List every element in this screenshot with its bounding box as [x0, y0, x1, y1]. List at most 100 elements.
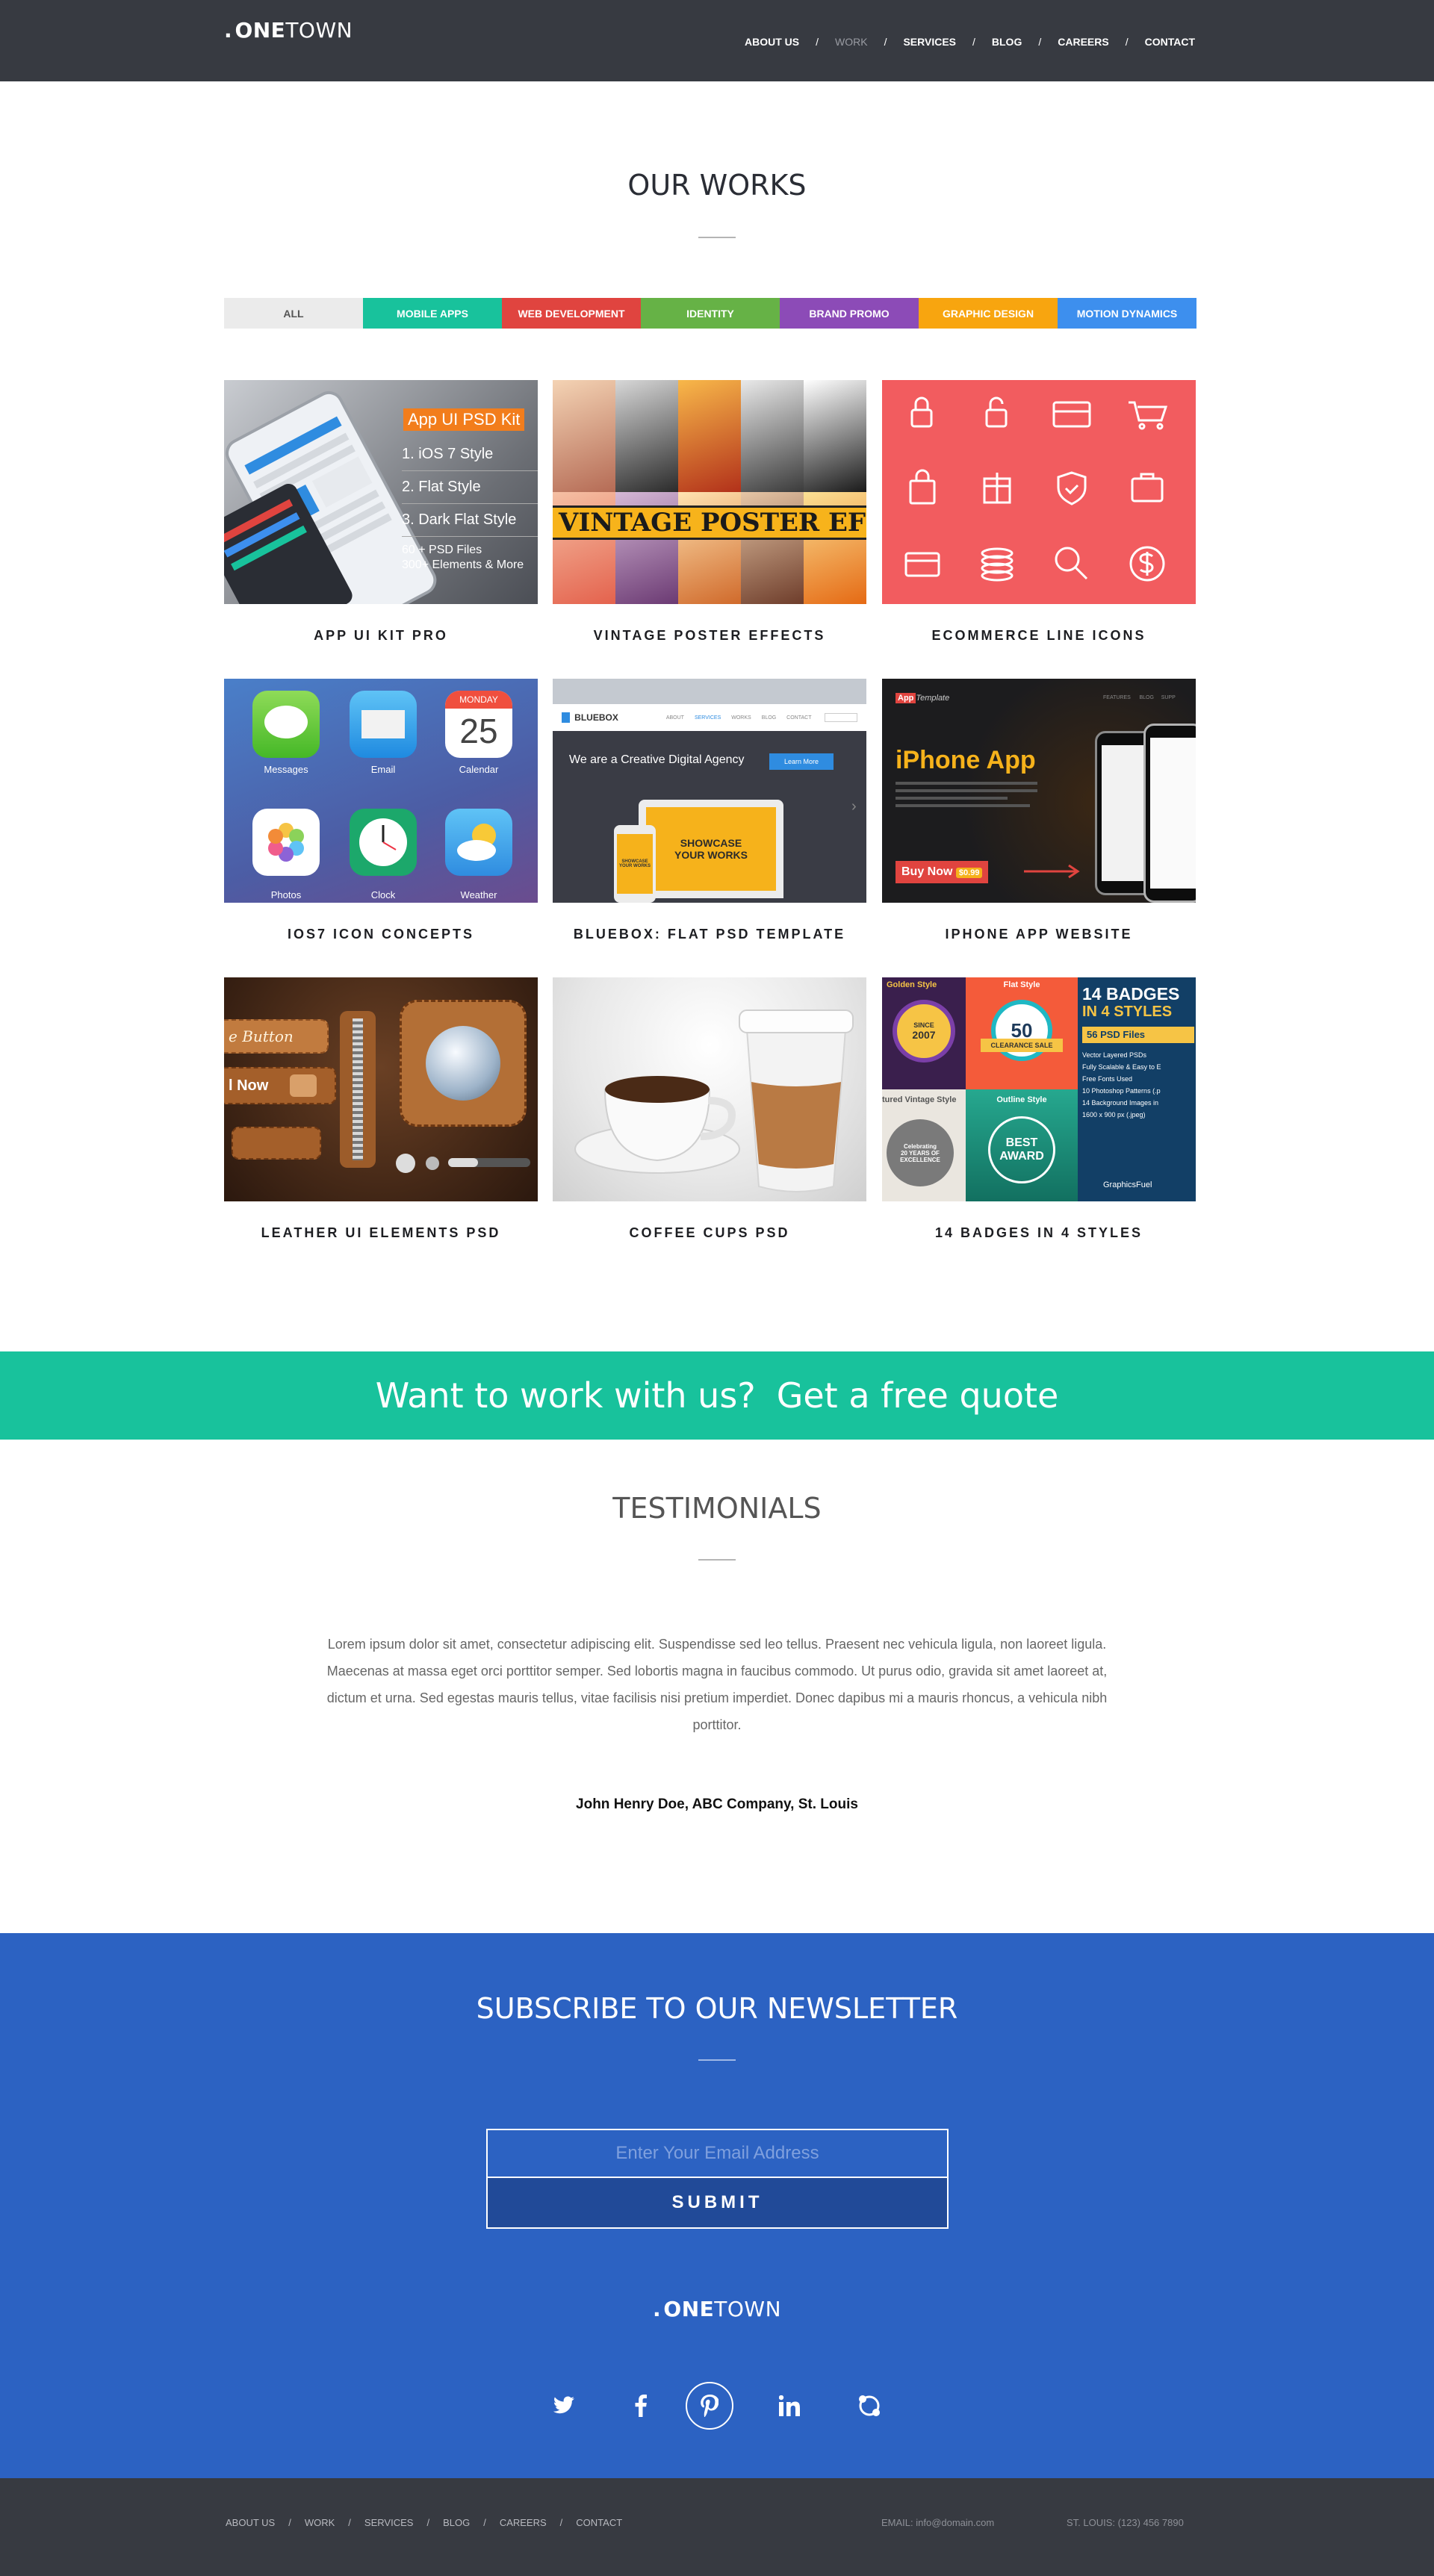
padlock-open-icon — [985, 396, 1008, 428]
bluebox-navbar: BLUEBOX ABOUT SERVICES WORKS BLOG CONTAC… — [553, 704, 866, 731]
bluebox-headline: We are a Creative Digital Agency — [569, 753, 745, 766]
nav-work[interactable]: WORK — [835, 36, 868, 48]
portfolio-item-title[interactable]: IPHONE APP WEBSITE — [882, 927, 1196, 942]
submit-button[interactable]: SUBMIT — [486, 2178, 949, 2229]
newsletter-title: SUBSCRIBE TO OUR NEWSLETTER — [476, 1992, 958, 2025]
portfolio-item-title[interactable]: ECOMMERCE LINE ICONS — [882, 628, 1196, 644]
portfolio-item-title[interactable]: VINTAGE POSTER EFFECTS — [553, 628, 866, 644]
portfolio-item[interactable]: COFFEE CUPS PSD — [553, 977, 866, 1241]
vintage-poster-thumbnail[interactable]: VINTAGE POSTER EFF — [553, 380, 866, 604]
vintage-banner: VINTAGE POSTER EFF — [553, 505, 866, 540]
briefcase-icon — [1131, 473, 1164, 503]
gift-icon — [983, 473, 1011, 504]
nav-services[interactable]: SERVICES — [903, 36, 956, 48]
shopping-bag-icon — [909, 469, 936, 505]
coffee-cups-thumbnail[interactable] — [553, 977, 866, 1201]
footer-link-careers[interactable]: CAREERS — [500, 2517, 547, 2528]
download-icon — [290, 1074, 317, 1097]
filter-graphic-design[interactable]: GRAPHIC DESIGN — [919, 298, 1058, 329]
email-field-wrapper[interactable] — [486, 2129, 949, 2178]
bluebox-thumbnail[interactable]: BLUEBOX ABOUT SERVICES WORKS BLOG CONTAC… — [553, 679, 866, 903]
footer-phone: ST. LOUIS: (123) 456 7890 — [1067, 2517, 1184, 2528]
email-field[interactable] — [488, 2130, 947, 2177]
portfolio-item[interactable]: ECOMMERCE LINE ICONS — [882, 380, 1196, 644]
bluebox-phone: SHOWCASE YOUR WORKS — [614, 825, 656, 903]
leather-icon-strip — [232, 1127, 321, 1160]
portfolio-item-title[interactable]: COFFEE CUPS PSD — [553, 1225, 866, 1241]
twitter-icon[interactable] — [540, 2382, 588, 2430]
portfolio-item[interactable]: e Button l Now LEATHER UI ELEMENTS PSD — [224, 977, 538, 1241]
filter-all[interactable]: ALL — [224, 298, 363, 329]
bottom-footer: ABOUT US / WORK / SERVICES / BLOG / CAREERS /… — [0, 2478, 1434, 2576]
portfolio-item-title[interactable]: 14 BADGES IN 4 STYLES — [882, 1225, 1196, 1241]
footer-link-contact[interactable]: CONTACT — [576, 2517, 622, 2528]
linkedin-icon[interactable] — [766, 2382, 813, 2430]
filter-identity[interactable]: IDENTITY — [641, 298, 780, 329]
portfolio-item-title[interactable]: APP UI KIT PRO — [224, 628, 538, 644]
filter-brand-promo[interactable]: BRAND PROMO — [780, 298, 919, 329]
leather-ui-thumbnail[interactable]: e Button l Now — [224, 977, 538, 1201]
portfolio-item[interactable]: VINTAGE POSTER EFF VINTAGE POSTER EFFECT… — [553, 380, 866, 644]
badges-thumbnail[interactable]: Golden Style SINCE 2007 Flat Style 50 CLE… — [882, 977, 1196, 1201]
footer-logo[interactable]: . ONETOWN — [0, 2297, 1434, 2321]
leather-knob-panel — [400, 1000, 527, 1127]
portfolio-item-title[interactable]: IOS7 ICON CONCEPTS — [224, 927, 538, 942]
testimonials-title: TESTIMONIALS — [612, 1492, 822, 1525]
pinterest-icon[interactable] — [686, 2382, 733, 2430]
padlock-icon — [910, 396, 933, 428]
portfolio-item[interactable]: Golden Style SINCE 2007 Flat Style 50 CLE… — [882, 977, 1196, 1241]
bluebox-next-arrow-icon: › — [851, 798, 857, 815]
nav-careers[interactable]: CAREERS — [1058, 36, 1108, 48]
portfolio-item[interactable]: BLUEBOX ABOUT SERVICES WORKS BLOG CONTAC… — [553, 679, 866, 942]
iphone-mockup-front — [1143, 724, 1196, 903]
bluebox-laptop: SHOWCASE YOUR WORKS — [639, 800, 783, 898]
messages-app-icon — [252, 691, 320, 758]
portfolio-item-title[interactable]: LEATHER UI ELEMENTS PSD — [224, 1225, 538, 1241]
credit-card-icon — [1052, 401, 1091, 428]
newsletter-divider — [698, 2059, 736, 2061]
cta-question: Want to work with us? — [375, 1375, 756, 1416]
calendar-app-icon: MONDAY 25 — [445, 691, 512, 758]
app-ui-kit-thumbnail[interactable]: App UI PSD Kit 1. iOS 7 Style 2. Flat St… — [224, 380, 538, 604]
work-filter-bar: ALL MOBILE APPS WEB DEVELOPMENT IDENTITY… — [224, 298, 1196, 329]
nav-contact[interactable]: CONTACT — [1145, 36, 1195, 48]
testimonial-quote: Lorem ipsum dolor sit amet, consectetur … — [326, 1637, 1108, 1732]
bluebox-learn-more-button: Learn More — [769, 753, 834, 770]
footer-link-services[interactable]: SERVICES — [364, 2517, 414, 2528]
skype-icon[interactable] — [845, 2382, 893, 2430]
works-title: OUR WORKS — [627, 169, 807, 202]
footer-link-work[interactable]: WORK — [305, 2517, 335, 2528]
footer-email[interactable]: EMAIL: info@domain.com — [881, 2517, 994, 2528]
ios7-icons-thumbnail[interactable]: MONDAY 25 Messages Email Calendar Photos… — [224, 679, 538, 903]
email-app-icon — [350, 691, 417, 758]
shield-icon — [1057, 471, 1087, 505]
filter-web-development[interactable]: WEB DEVELOPMENT — [502, 298, 641, 329]
dollar-icon — [1129, 546, 1165, 582]
footer-link-blog[interactable]: BLOG — [443, 2517, 470, 2528]
main-nav: ABOUT US / WORK / SERVICES / BLOG / CAREERS /… — [744, 36, 1195, 48]
site-logo[interactable]: . ONETOWN — [224, 18, 353, 43]
testimonial-author: John Henry Doe, ABC Company, St. Louis — [576, 1796, 858, 1812]
zipper — [340, 1011, 376, 1168]
portfolio-item[interactable]: App UI PSD Kit 1. iOS 7 Style 2. Flat St… — [224, 380, 538, 644]
clock-app-icon — [350, 809, 417, 876]
nav-about-us[interactable]: ABOUT US — [745, 36, 799, 48]
ecommerce-icons-thumbnail[interactable] — [882, 380, 1196, 604]
facebook-icon[interactable] — [617, 2382, 665, 2430]
filter-mobile-apps[interactable]: MOBILE APPS — [363, 298, 502, 329]
badges-info-panel: 14 BADGES IN 4 STYLES 56 PSD Files Vecto… — [1078, 977, 1196, 1201]
get-free-quote-link[interactable]: Get a free quote — [777, 1375, 1059, 1416]
portfolio-item[interactable]: MONDAY 25 Messages Email Calendar Photos… — [224, 679, 538, 942]
bluebox-logo-icon — [562, 712, 571, 723]
filter-motion-dynamics[interactable]: MOTION DYNAMICS — [1058, 298, 1196, 329]
cta-banner[interactable]: Want to work with us? Get a free quote — [0, 1351, 1434, 1440]
footer-nav: ABOUT US / WORK / SERVICES / BLOG / CAREERS /… — [226, 2517, 623, 2528]
card-stack-icon — [904, 552, 940, 577]
leather-button-2: l Now — [224, 1067, 336, 1104]
portfolio-item-title[interactable]: BLUEBOX: FLAT PSD TEMPLATE — [553, 927, 866, 942]
nav-blog[interactable]: BLOG — [992, 36, 1022, 48]
iphone-app-thumbnail[interactable]: App Template FEATURES BLOG SUPP iPhone Ap… — [882, 679, 1196, 903]
weather-app-icon — [445, 809, 512, 876]
portfolio-item[interactable]: App Template FEATURES BLOG SUPP iPhone Ap… — [882, 679, 1196, 942]
footer-link-about-us[interactable]: ABOUT US — [226, 2517, 275, 2528]
